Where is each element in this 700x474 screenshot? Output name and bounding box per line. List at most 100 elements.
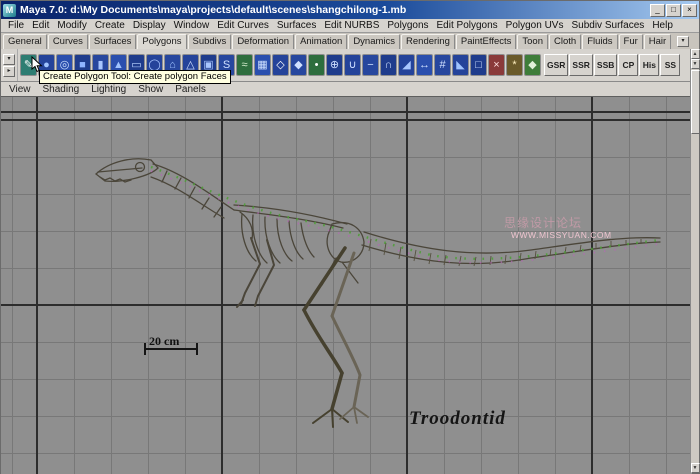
shelf-tab-rendering[interactable]: Rendering (401, 34, 455, 49)
subdivide-icon[interactable]: # (434, 54, 451, 76)
scroll-up-icon[interactable]: ▲ (691, 49, 700, 59)
assign-shader-icon[interactable]: ◆ (524, 54, 541, 76)
split-polygon-tool-icon[interactable]: ◇ (272, 54, 289, 76)
menu-display[interactable]: Display (129, 20, 170, 31)
boolean-difference-icon-glyph: − (367, 60, 373, 71)
combine-icon-glyph: ⊕ (330, 60, 339, 71)
append-polygon-tool-icon[interactable]: ◆ (290, 54, 307, 76)
shelf-tab-painteffects[interactable]: PaintEffects (456, 34, 517, 49)
menu-help[interactable]: Help (648, 20, 677, 31)
quadrangulate-icon-glyph: □ (475, 60, 482, 71)
shelf-tab-general[interactable]: General (3, 34, 47, 49)
shelf-tab-fluids[interactable]: Fluids (582, 34, 617, 49)
specimen-caption: Troodontid (409, 408, 506, 430)
boolean-union-icon-glyph: ∪ (348, 60, 356, 71)
shelf-tab-selector-button[interactable]: ▾ (3, 54, 15, 65)
title-bar[interactable]: M Maya 7.0: d:\My Documents\maya\project… (1, 1, 699, 19)
quadrangulate-icon[interactable]: □ (470, 54, 487, 76)
shelf-tab-animation[interactable]: Animation (295, 34, 347, 49)
triangulate-icon-glyph: ◣ (456, 60, 464, 71)
menu-modify[interactable]: Modify (53, 20, 90, 31)
shelf-menu-button[interactable]: ▸ (3, 66, 15, 77)
shelf-tab-surfaces[interactable]: Surfaces (89, 34, 137, 49)
menu-polygons[interactable]: Polygons (383, 20, 432, 31)
polygon-plane-icon-glyph: ▭ (131, 60, 141, 71)
skeleton-reference-image (1, 97, 692, 474)
menu-bar: FileEditModifyCreateDisplayWindowEdit Cu… (1, 19, 699, 33)
shelf-button-his[interactable]: His (639, 54, 659, 76)
boolean-intersection-icon-glyph: ∩ (385, 60, 393, 71)
smooth-icon-glyph: ≈ (241, 60, 247, 71)
boolean-intersection-icon[interactable]: ∩ (380, 54, 397, 76)
panel-menu-panels[interactable]: Panels (170, 84, 211, 95)
shelf-tab-cloth[interactable]: Cloth (549, 34, 581, 49)
panel-menu-shading[interactable]: Shading (38, 84, 85, 95)
polygon-helix-icon-glyph: S (223, 60, 230, 71)
menu-edit[interactable]: Edit (28, 20, 53, 31)
split-polygon-tool-icon-glyph: ◇ (276, 60, 284, 71)
sculpt-geometry-tool-icon[interactable]: * (506, 54, 523, 76)
extrude-face-icon-glyph: ▦ (257, 60, 267, 71)
menu-edit-nurbs[interactable]: Edit NURBS (320, 20, 383, 31)
triangulate-icon[interactable]: ◣ (452, 54, 469, 76)
minimize-button[interactable]: _ (650, 4, 665, 17)
shelf-tab-deformation[interactable]: Deformation (232, 34, 294, 49)
menu-window[interactable]: Window (170, 20, 214, 31)
panel-menubar: ViewShadingLightingShowPanels (1, 82, 699, 97)
cut-faces-tool-icon[interactable]: × (488, 54, 505, 76)
bevel-icon[interactable]: ◢ (398, 54, 415, 76)
shelf-button-ssb[interactable]: SSB (594, 54, 617, 76)
shelf-button-gsr[interactable]: GSR (544, 54, 568, 76)
assign-shader-icon-glyph: ◆ (528, 60, 536, 71)
panel-menu-view[interactable]: View (4, 84, 36, 95)
maximize-button[interactable]: □ (666, 4, 681, 17)
menu-edit-curves[interactable]: Edit Curves (213, 20, 273, 31)
extrude-face-icon[interactable]: ▦ (254, 54, 271, 76)
polygon-pipe-icon-glyph: ▣ (203, 60, 213, 71)
menu-file[interactable]: File (4, 20, 28, 31)
shelf-left-controls: ▾ ▸ (1, 49, 18, 81)
combine-icon[interactable]: ⊕ (326, 54, 343, 76)
scroll-down-icon[interactable]: ▼ (691, 463, 700, 473)
polygon-cone-icon-glyph: ▲ (113, 60, 124, 71)
mouse-cursor-icon (31, 56, 43, 74)
polygon-cube-icon-glyph: ■ (79, 60, 86, 71)
menu-subdiv-surfaces[interactable]: Subdiv Surfaces (567, 20, 648, 31)
shelf-tab-fur[interactable]: Fur (619, 34, 643, 49)
vertical-scrollbar[interactable]: ▲ ▼ ▼ (690, 49, 699, 473)
shelf-button-cp[interactable]: CP (618, 54, 638, 76)
boolean-difference-icon[interactable]: − (362, 54, 379, 76)
mirror-geometry-icon[interactable]: ↔ (416, 54, 433, 76)
panel-menu-show[interactable]: Show (133, 84, 168, 95)
maya-logo-icon: M (3, 4, 16, 17)
shelf-tab-hair[interactable]: Hair (644, 34, 671, 49)
window-title: Maya 7.0: d:\My Documents\maya\projects\… (20, 4, 649, 16)
scroll-down-small-icon[interactable]: ▼ (691, 59, 700, 69)
panel-menu-lighting[interactable]: Lighting (86, 84, 131, 95)
sculpt-geometry-tool-icon-glyph: * (512, 60, 516, 71)
merge-vertices-icon-glyph: • (315, 60, 319, 71)
shelf-tabs-menu-button[interactable]: ▾ (677, 36, 689, 47)
menu-edit-polygons[interactable]: Edit Polygons (433, 20, 502, 31)
menu-surfaces[interactable]: Surfaces (273, 20, 320, 31)
shelf-tab-polygons[interactable]: Polygons (137, 34, 186, 49)
shelf-button-ssr[interactable]: SSR (569, 54, 592, 76)
scale-bar-label: 20 cm (149, 334, 179, 349)
boolean-union-icon[interactable]: ∪ (344, 54, 361, 76)
shelf-tab-row: ▾ GeneralCurvesSurfacesPolygonsSubdivsDe… (1, 33, 699, 49)
mirror-geometry-icon-glyph: ↔ (419, 60, 430, 71)
shelf-tab-curves[interactable]: Curves (48, 34, 88, 49)
viewport[interactable]: 20 cm Troodontid 思缘设计论坛 WWW.MISSYUAN.COM (1, 97, 692, 474)
shelf-tab-subdivs[interactable]: Subdivs (188, 34, 232, 49)
shelf-tab-dynamics[interactable]: Dynamics (348, 34, 400, 49)
scrollbar-thumb[interactable] (691, 70, 700, 134)
shelf-tab-toon[interactable]: Toon (517, 34, 548, 49)
close-button[interactable]: × (682, 4, 697, 17)
shelf-button-ss[interactable]: SS (660, 54, 680, 76)
menu-polygon-uvs[interactable]: Polygon UVs (502, 20, 568, 31)
subdivide-icon-glyph: # (439, 60, 445, 71)
tooltip: Create Polygon Tool: Create polygon Face… (39, 70, 231, 84)
merge-vertices-icon[interactable]: • (308, 54, 325, 76)
menu-create[interactable]: Create (91, 20, 129, 31)
smooth-icon[interactable]: ≈ (236, 54, 253, 76)
